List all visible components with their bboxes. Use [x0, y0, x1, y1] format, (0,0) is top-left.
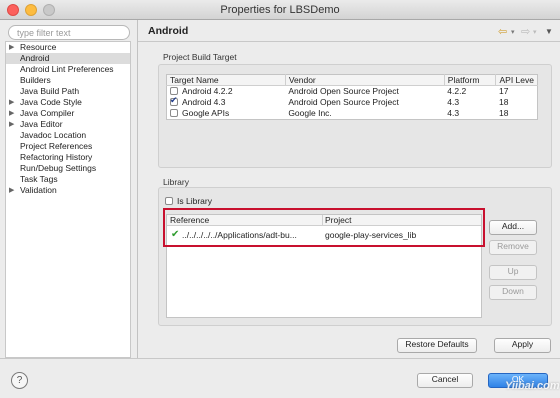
preference-tree: ▶ Resource Android Android Lint Preferen… [5, 41, 131, 358]
move-up-button[interactable]: Up [489, 265, 537, 280]
table-row[interactable]: Google APIs Google Inc. 4.3 18 [167, 108, 538, 120]
view-menu-icon[interactable]: ▼ [545, 27, 553, 36]
expand-arrow-icon[interactable]: ▶ [9, 119, 14, 130]
tree-item-builders[interactable]: Builders [6, 75, 130, 86]
page-title: Android [148, 25, 189, 37]
tree-item-refactoring-history[interactable]: Refactoring History [6, 152, 130, 163]
tree-item-validation[interactable]: ▶ Validation [6, 185, 130, 196]
build-target-group-label: Project Build Target [163, 52, 237, 62]
window-title: Properties for LBSDemo [220, 4, 340, 16]
add-library-button[interactable]: Add... [489, 220, 537, 235]
splitter[interactable] [137, 20, 138, 358]
library-group-label: Library [163, 177, 189, 187]
tree-item-javadoc-location[interactable]: Javadoc Location [6, 130, 130, 141]
tree-item-java-editor[interactable]: ▶ Java Editor [6, 119, 130, 130]
is-library-checkbox[interactable]: Is Library [165, 196, 212, 206]
back-dropdown-icon[interactable]: ▾ [511, 28, 515, 36]
move-down-button[interactable]: Down [489, 285, 537, 300]
tree-item-android[interactable]: Android [6, 53, 130, 64]
apply-button[interactable]: Apply [494, 338, 551, 353]
tree-item-android-lint-preferences[interactable]: Android Lint Preferences [6, 64, 130, 75]
column-header-target-name[interactable]: Target Name [166, 74, 286, 86]
watermark-text: Yiibai.com [505, 380, 560, 392]
help-icon[interactable]: ? [11, 372, 28, 389]
column-header-vendor[interactable]: Vendor [285, 74, 445, 86]
tree-item-java-compiler[interactable]: ▶ Java Compiler [6, 108, 130, 119]
title-bar: Properties for LBSDemo [0, 0, 560, 20]
divider [0, 358, 560, 359]
highlight-box [163, 208, 485, 247]
target-checkbox[interactable] [170, 109, 178, 117]
column-header-api-level[interactable]: API Leve [495, 74, 538, 86]
cancel-button[interactable]: Cancel [417, 373, 473, 388]
column-header-platform[interactable]: Platform [444, 74, 497, 86]
tree-item-java-build-path[interactable]: Java Build Path [6, 86, 130, 97]
divider [138, 41, 560, 42]
target-checkbox[interactable] [170, 95, 178, 106]
expand-arrow-icon[interactable]: ▶ [9, 185, 14, 196]
forward-dropdown-icon[interactable]: ▾ [533, 28, 537, 36]
restore-defaults-button[interactable]: Restore Defaults [397, 338, 477, 353]
expand-arrow-icon[interactable]: ▶ [9, 42, 14, 53]
target-checkbox[interactable] [170, 87, 178, 95]
checkbox-box[interactable] [165, 197, 173, 205]
table-header: Target Name Vendor Platform API Leve [166, 74, 538, 86]
tree-item-task-tags[interactable]: Task Tags [6, 174, 130, 185]
tree-item-project-references[interactable]: Project References [6, 141, 130, 152]
filter-input[interactable] [8, 25, 130, 40]
build-target-table: Target Name Vendor Platform API Leve And… [166, 74, 538, 120]
expand-arrow-icon[interactable]: ▶ [9, 97, 14, 108]
remove-library-button[interactable]: Remove [489, 240, 537, 255]
expand-arrow-icon[interactable]: ▶ [9, 108, 14, 119]
table-row[interactable]: Android 4.3 Android Open Source Project … [167, 95, 538, 108]
tree-item-run-debug-settings[interactable]: Run/Debug Settings [6, 163, 130, 174]
table-row[interactable]: Android 4.2.2 Android Open Source Projec… [167, 86, 538, 98]
forward-arrow-icon[interactable]: ⇨ [521, 25, 530, 38]
back-arrow-icon[interactable]: ⇦ [498, 25, 507, 38]
tree-item-resource[interactable]: ▶ Resource [6, 42, 130, 53]
tree-item-java-code-style[interactable]: ▶ Java Code Style [6, 97, 130, 108]
